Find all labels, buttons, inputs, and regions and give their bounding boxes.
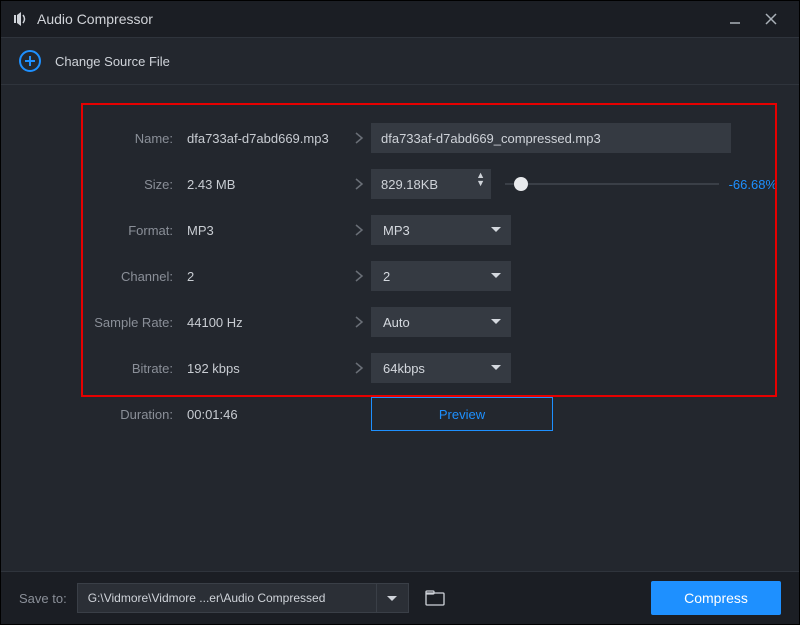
save-path-dropdown[interactable]	[377, 583, 409, 613]
value-duration: 00:01:46	[179, 407, 347, 422]
chevron-down-icon	[491, 227, 501, 232]
row-duration: Duration: 00:01:46 Preview	[23, 391, 777, 437]
row-format: Format: MP3 MP3	[23, 207, 777, 253]
label-size: Size:	[23, 177, 179, 192]
output-size-spinner[interactable]: 829.18KB ▲▼	[371, 169, 491, 199]
app-window: Audio Compressor Change Source File Name…	[0, 0, 800, 625]
chevron-right-icon	[347, 177, 371, 191]
minimize-button[interactable]	[717, 1, 753, 37]
save-to-label: Save to:	[19, 591, 67, 606]
chevron-right-icon	[347, 269, 371, 283]
slider-thumb[interactable]	[514, 177, 528, 191]
app-icon	[11, 10, 29, 28]
label-sample-rate: Sample Rate:	[23, 315, 179, 330]
spinner-arrows-icon[interactable]: ▲▼	[476, 171, 485, 187]
label-channel: Channel:	[23, 269, 179, 284]
value-sample-rate: 44100 Hz	[179, 315, 347, 330]
open-folder-button[interactable]	[421, 584, 449, 612]
chevron-down-icon	[387, 596, 397, 601]
label-bitrate: Bitrate:	[23, 361, 179, 376]
titlebar: Audio Compressor	[1, 1, 799, 38]
value-channel: 2	[179, 269, 347, 284]
format-dropdown[interactable]: MP3	[371, 215, 511, 245]
row-sample-rate: Sample Rate: 44100 Hz Auto	[23, 299, 777, 345]
size-percent: -66.68%	[729, 177, 777, 192]
save-path-field[interactable]: G:\Vidmore\Vidmore ...er\Audio Compresse…	[77, 583, 377, 613]
change-source-label[interactable]: Change Source File	[55, 54, 170, 69]
change-source-row: Change Source File	[1, 38, 799, 85]
main-content: Name: dfa733af-d7abd669.mp3 dfa733af-d7a…	[1, 85, 799, 571]
row-channel: Channel: 2 2	[23, 253, 777, 299]
bitrate-dropdown[interactable]: 64kbps	[371, 353, 511, 383]
chevron-down-icon	[491, 273, 501, 278]
size-slider[interactable]	[505, 183, 719, 185]
value-size: 2.43 MB	[179, 177, 347, 192]
chevron-right-icon	[347, 361, 371, 375]
chevron-down-icon	[491, 365, 501, 370]
label-duration: Duration:	[23, 407, 179, 422]
close-button[interactable]	[753, 1, 789, 37]
value-bitrate: 192 kbps	[179, 361, 347, 376]
value-format: MP3	[179, 223, 347, 238]
row-size: Size: 2.43 MB 829.18KB ▲▼ -66.68%	[23, 161, 777, 207]
chevron-right-icon	[347, 223, 371, 237]
row-bitrate: Bitrate: 192 kbps 64kbps	[23, 345, 777, 391]
chevron-right-icon	[347, 315, 371, 329]
chevron-down-icon	[491, 319, 501, 324]
output-name-field[interactable]: dfa733af-d7abd669_compressed.mp3	[371, 123, 731, 153]
sample-rate-dropdown[interactable]: Auto	[371, 307, 511, 337]
add-source-icon[interactable]	[19, 50, 41, 72]
app-title: Audio Compressor	[37, 11, 153, 27]
value-name: dfa733af-d7abd669.mp3	[179, 131, 347, 146]
compress-button[interactable]: Compress	[651, 581, 781, 615]
channel-dropdown[interactable]: 2	[371, 261, 511, 291]
chevron-right-icon	[347, 131, 371, 145]
row-name: Name: dfa733af-d7abd669.mp3 dfa733af-d7a…	[23, 115, 777, 161]
footer: Save to: G:\Vidmore\Vidmore ...er\Audio …	[1, 571, 799, 624]
preview-button[interactable]: Preview	[371, 397, 553, 431]
label-name: Name:	[23, 131, 179, 146]
label-format: Format:	[23, 223, 179, 238]
